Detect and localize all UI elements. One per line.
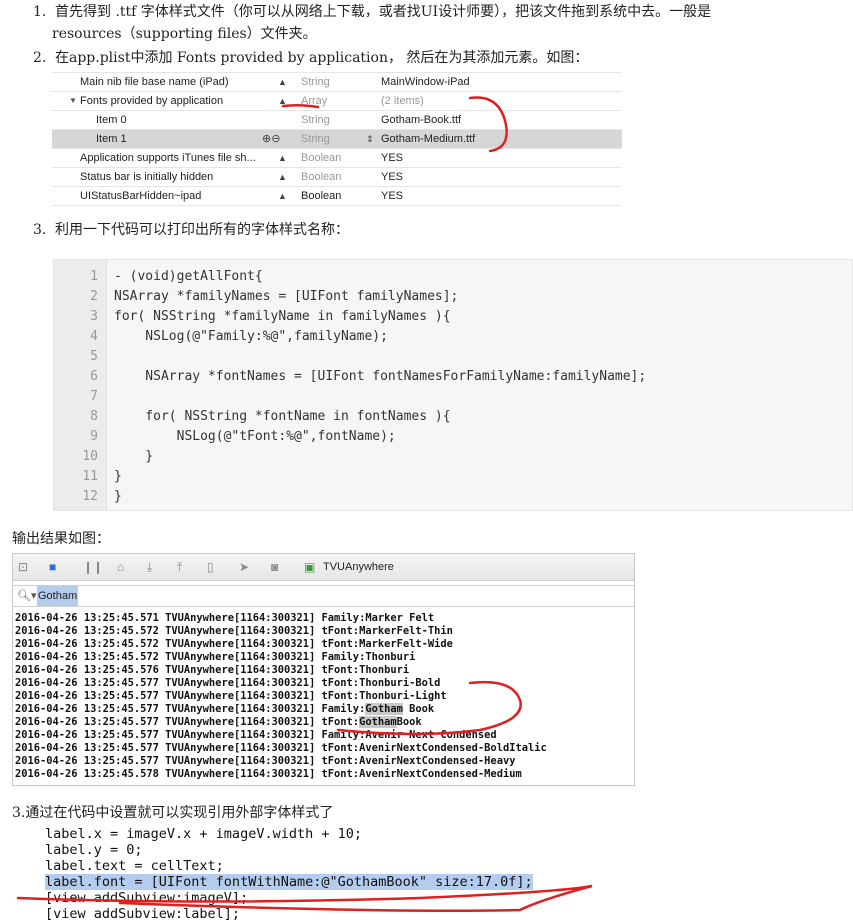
annotation-code-underline	[16, 884, 593, 912]
annotation-plist-bracket	[468, 96, 508, 153]
red-annotation-marks	[16, 96, 593, 912]
annotation-plist-underline	[281, 103, 320, 109]
annotation-console-curve	[336, 680, 522, 736]
